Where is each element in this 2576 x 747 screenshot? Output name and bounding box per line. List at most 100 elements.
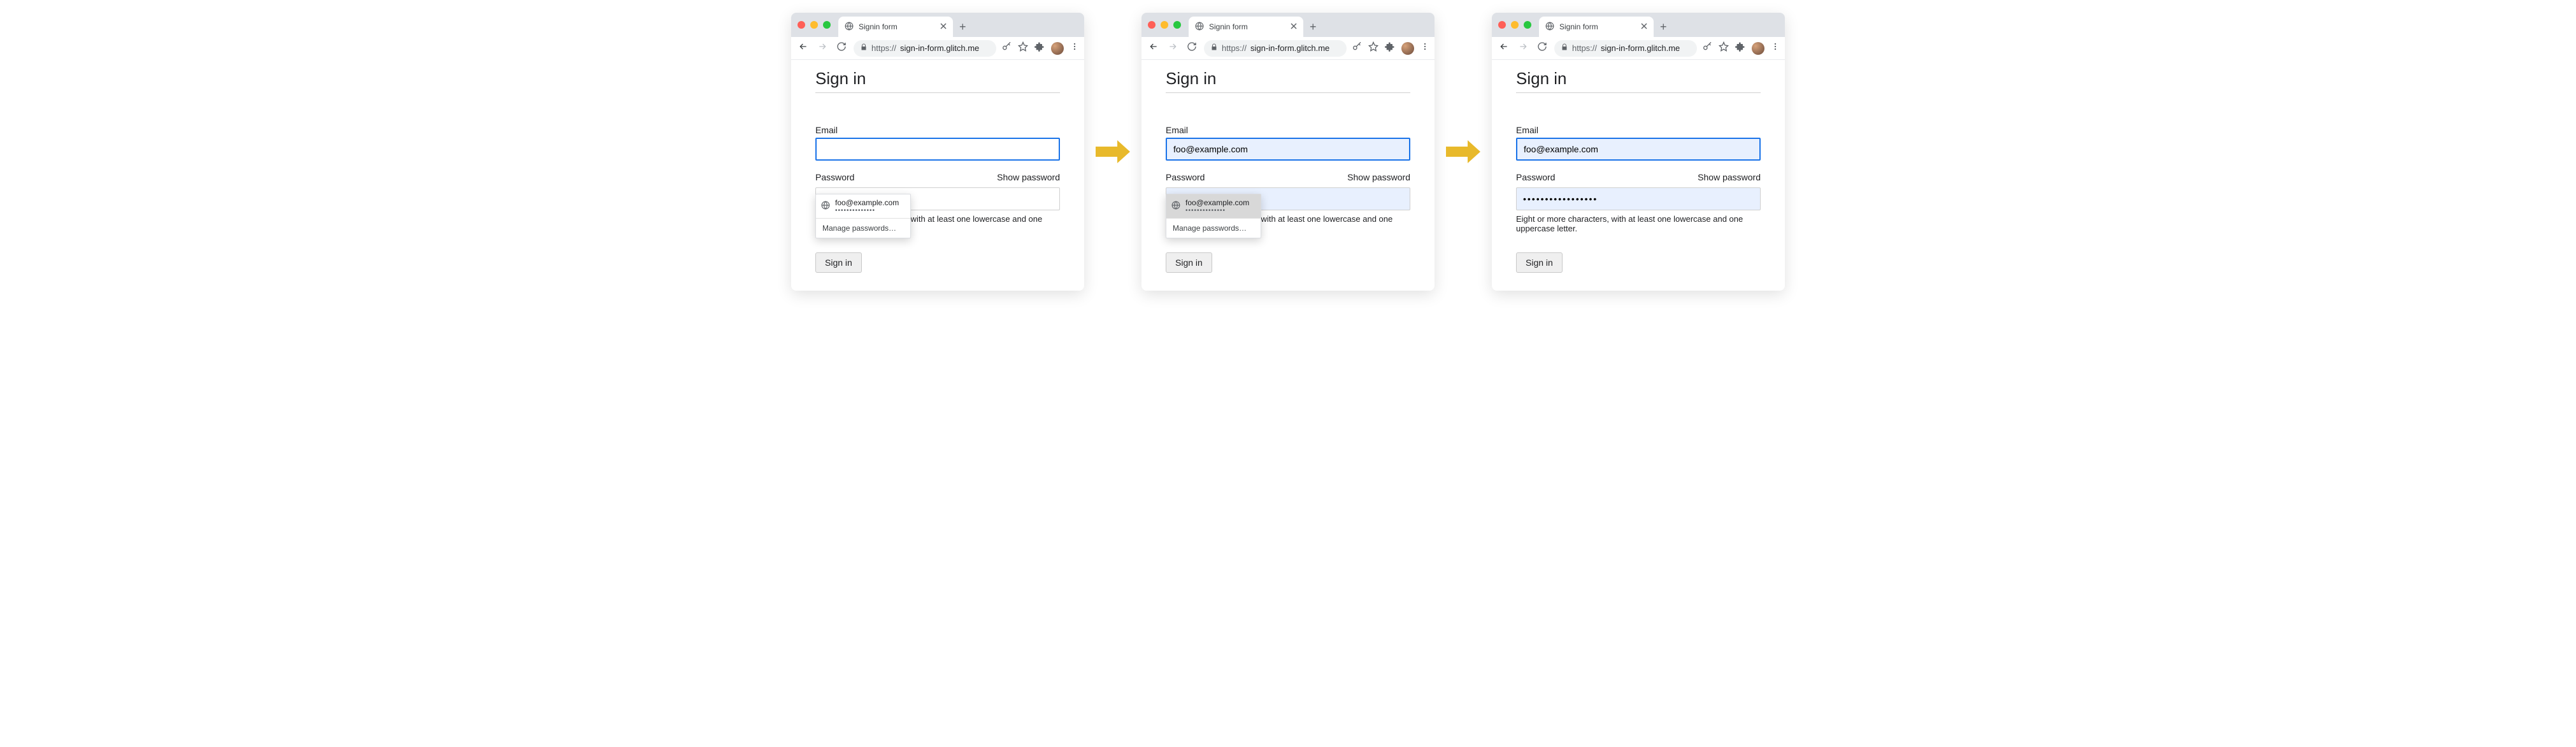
page-content: Sign in Email Password Show password Eig… [1141,60,1435,291]
close-tab-icon[interactable] [1291,22,1297,31]
autofill-password-dots: •••••••••••••• [1185,207,1249,214]
browser-window: Signin form + https://sign-in-form.glitc… [1141,13,1435,291]
close-window-button[interactable] [1498,21,1506,29]
browser-tab[interactable]: Signin form [1539,17,1654,37]
fullscreen-window-button[interactable] [1173,21,1181,29]
profile-avatar[interactable] [1401,42,1414,55]
tab-title: Signin form [1559,22,1598,31]
page-title: Sign in [1516,69,1761,92]
back-button[interactable] [796,41,810,55]
close-tab-icon[interactable] [1641,22,1647,31]
globe-icon [845,22,854,33]
window-controls [1148,21,1181,29]
back-button[interactable] [1497,41,1511,55]
browser-tab[interactable]: Signin form [1189,17,1303,37]
browser-tab[interactable]: Signin form [838,17,953,37]
close-tab-icon[interactable] [940,22,947,31]
menu-icon[interactable] [1070,42,1079,54]
minimize-window-button[interactable] [1161,21,1168,29]
signin-button[interactable]: Sign in [1166,252,1212,273]
title-divider [1516,92,1761,93]
lock-icon [1561,43,1568,53]
email-label: Email [815,125,1060,135]
email-field[interactable] [1166,138,1410,161]
manage-passwords-link[interactable]: Manage passwords… [816,219,910,238]
extensions-icon[interactable] [1385,41,1395,55]
profile-avatar[interactable] [1051,42,1064,55]
extensions-icon[interactable] [1735,41,1745,55]
manage-passwords-link[interactable]: Manage passwords… [1166,219,1261,238]
browser-window: Signin form + https://sign-in-form.glitc… [1492,13,1785,291]
toolbar-right-icons [1352,41,1429,55]
window-controls [798,21,831,29]
url-protocol: https:// [871,43,896,53]
url-host: sign-in-form.glitch.me [900,43,979,53]
autofill-email: foo@example.com [1185,198,1249,207]
profile-avatar[interactable] [1752,42,1764,55]
email-field[interactable] [815,138,1060,161]
address-bar[interactable]: https://sign-in-form.glitch.me [1204,40,1347,57]
browser-window: Signin form + https:// sign-in-form.glitc… [791,13,1084,291]
menu-icon[interactable] [1771,42,1780,54]
globe-icon [821,201,830,212]
password-label: Password [1166,172,1205,182]
url-protocol: https:// [1572,43,1597,53]
key-icon[interactable] [1702,41,1712,55]
forward-button [1516,41,1530,55]
title-divider [815,92,1060,93]
signin-button[interactable]: Sign in [815,252,862,273]
toolbar: https:// sign-in-form.glitch.me [791,37,1084,60]
arrow-icon [1446,140,1480,163]
close-window-button[interactable] [798,21,805,29]
minimize-window-button[interactable] [810,21,818,29]
show-password-toggle[interactable]: Show password [1698,172,1761,182]
autofill-popup: foo@example.com •••••••••••••• Manage pa… [815,194,911,238]
menu-icon[interactable] [1420,42,1429,54]
tab-title: Signin form [1209,22,1248,31]
autofill-email: foo@example.com [835,198,899,207]
star-icon[interactable] [1368,41,1378,55]
fullscreen-window-button[interactable] [823,21,831,29]
reload-button[interactable] [1185,41,1199,55]
lock-icon [860,43,868,53]
address-bar[interactable]: https:// sign-in-form.glitch.me [854,40,996,57]
address-bar[interactable]: https://sign-in-form.glitch.me [1554,40,1697,57]
back-button[interactable] [1147,41,1161,55]
toolbar: https://sign-in-form.glitch.me [1141,37,1435,60]
minimize-window-button[interactable] [1511,21,1519,29]
signin-button[interactable]: Sign in [1516,252,1563,273]
lock-icon [1210,43,1218,53]
key-icon[interactable] [1352,41,1362,55]
page-title: Sign in [1166,69,1410,92]
reload-button[interactable] [1535,41,1549,55]
reload-button[interactable] [834,41,848,55]
tab-strip: Signin form + [1141,13,1435,37]
key-icon[interactable] [1001,41,1012,55]
email-field[interactable] [1516,138,1761,161]
password-field[interactable] [1516,187,1761,210]
tab-strip: Signin form + [791,13,1084,37]
new-tab-button[interactable]: + [1660,20,1667,34]
toolbar-right-icons [1702,41,1780,55]
new-tab-button[interactable]: + [1310,20,1317,34]
globe-icon [1171,201,1180,212]
close-window-button[interactable] [1148,21,1156,29]
show-password-toggle[interactable]: Show password [1347,172,1410,182]
show-password-toggle[interactable]: Show password [997,172,1060,182]
extensions-icon[interactable] [1034,41,1045,55]
new-tab-button[interactable]: + [959,20,966,34]
page-content: Sign in Email Password Show password Eig… [1492,60,1785,291]
tab-title: Signin form [859,22,898,31]
star-icon[interactable] [1719,41,1729,55]
password-label: Password [1516,172,1555,182]
fullscreen-window-button[interactable] [1524,21,1531,29]
star-icon[interactable] [1018,41,1028,55]
arrow-icon [1096,140,1130,163]
autofill-suggestion[interactable]: foo@example.com •••••••••••••• [816,194,910,218]
window-controls [1498,21,1531,29]
page-content: Sign in Email Password Show password Eig… [791,60,1084,291]
forward-button [815,41,829,55]
toolbar-right-icons [1001,41,1079,55]
forward-button [1166,41,1180,55]
autofill-suggestion[interactable]: foo@example.com •••••••••••••• [1166,194,1261,218]
